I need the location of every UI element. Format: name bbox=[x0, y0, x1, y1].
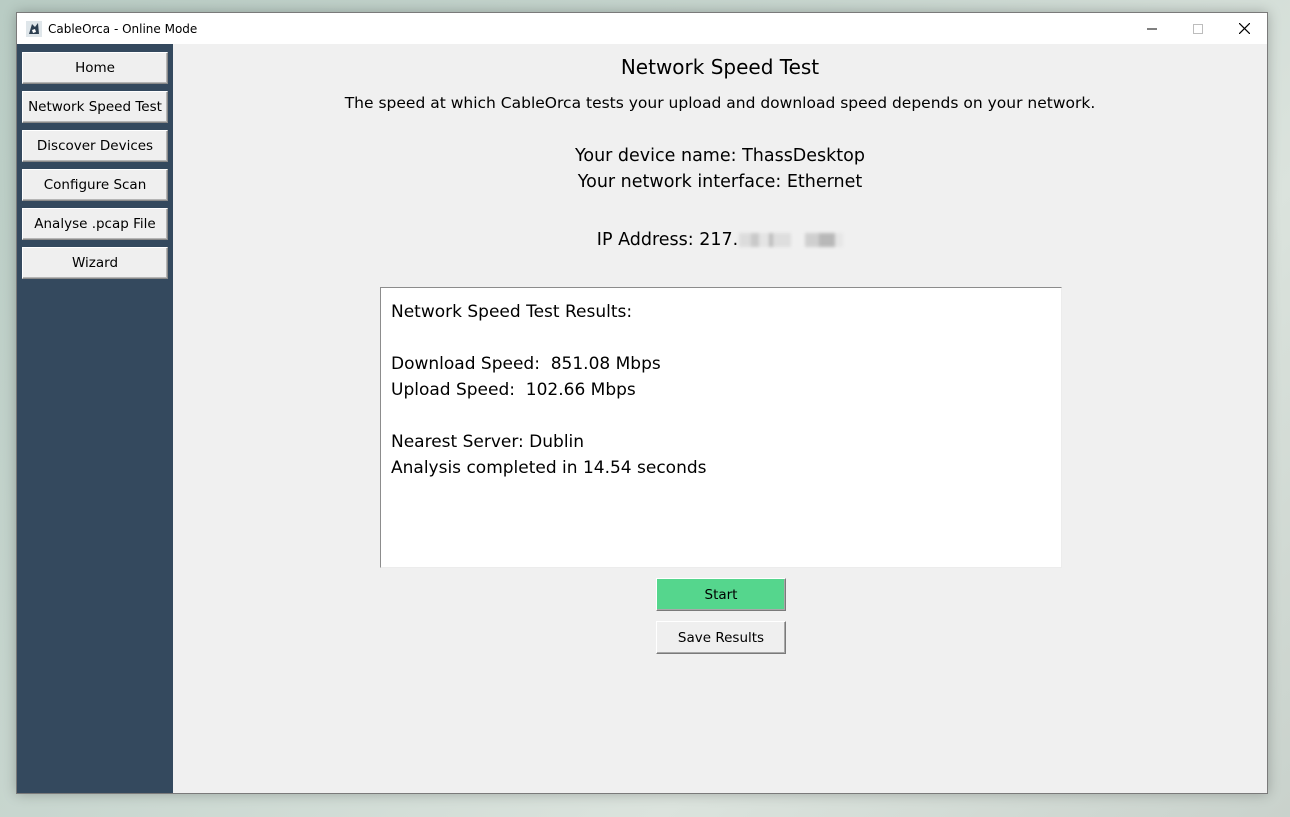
window-title: CableOrca - Online Mode bbox=[48, 21, 198, 36]
results-title: Network Speed Test Results: bbox=[391, 302, 633, 322]
nav-network-speed-test-button[interactable]: Network Speed Test bbox=[22, 91, 168, 123]
close-icon bbox=[1238, 23, 1250, 34]
nav-configure-scan-button[interactable]: Configure Scan bbox=[22, 169, 168, 201]
window-controls bbox=[1129, 13, 1267, 44]
close-button[interactable] bbox=[1221, 13, 1267, 44]
save-results-button[interactable]: Save Results bbox=[656, 621, 786, 654]
nav-analyse-pcap-button[interactable]: Analyse .pcap File bbox=[22, 208, 168, 240]
nearest-server-text: Nearest Server: Dublin bbox=[391, 432, 585, 452]
results-textbox[interactable]: Network Speed Test Results: Download Spe… bbox=[380, 287, 1062, 568]
analysis-duration-text: Analysis completed in 14.54 seconds bbox=[391, 458, 707, 478]
nav-home-button[interactable]: Home bbox=[22, 52, 168, 84]
sidebar: Home Network Speed Test Discover Devices… bbox=[17, 44, 173, 793]
maximize-button[interactable] bbox=[1175, 13, 1221, 44]
maximize-icon bbox=[1193, 23, 1203, 34]
start-button[interactable]: Start bbox=[656, 578, 786, 611]
ip-address-label: IP Address: 217. bbox=[596, 230, 739, 250]
app-window: CableOrca - Online Mode Home Network Spe… bbox=[16, 12, 1268, 794]
main-panel: Network Speed Test The speed at which Ca… bbox=[173, 44, 1267, 793]
nav-wizard-button[interactable]: Wizard bbox=[22, 247, 168, 279]
redacted-ip-blur bbox=[739, 233, 844, 247]
minimize-button[interactable] bbox=[1129, 13, 1175, 44]
results-blank-line bbox=[391, 325, 1051, 351]
ip-address-row: IP Address: 217. bbox=[173, 230, 1267, 250]
download-speed-text: Download Speed: 851.08 Mbps bbox=[391, 354, 661, 374]
minimize-icon bbox=[1147, 28, 1157, 29]
orca-app-icon bbox=[26, 20, 42, 37]
device-name-label: Your device name: ThassDesktop bbox=[575, 146, 865, 166]
page-description: The speed at which CableOrca tests your … bbox=[344, 94, 1096, 112]
results-blank-line bbox=[391, 403, 1051, 429]
upload-speed-text: Upload Speed: 102.66 Mbps bbox=[391, 380, 636, 400]
page-title: Network Speed Test bbox=[620, 55, 820, 79]
network-interface-label: Your network interface: Ethernet bbox=[577, 172, 863, 192]
nav-discover-devices-button[interactable]: Discover Devices bbox=[22, 130, 168, 162]
title-bar[interactable]: CableOrca - Online Mode bbox=[17, 13, 1267, 44]
